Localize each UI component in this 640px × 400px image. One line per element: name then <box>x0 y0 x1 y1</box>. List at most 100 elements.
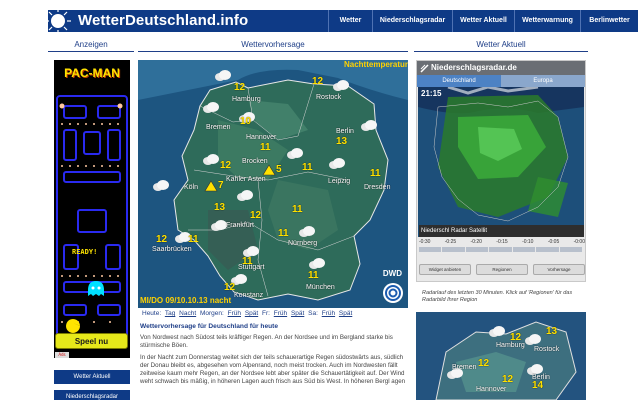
temp-label: 12 <box>250 210 262 221</box>
city-label: Frankfurt <box>226 222 255 229</box>
radar-time-label[interactable]: -0:15 <box>496 239 507 245</box>
radar-timeline: -0:30 -0:25 -0:20 -0:15 -0:10 -0:05 -0:0… <box>419 239 585 245</box>
temp-label: 12 <box>478 358 490 369</box>
city-label: Konstanz <box>234 292 264 299</box>
current-heading: Wetter Aktuell <box>414 38 588 52</box>
main-nav: Wetter Niederschlagsradar Wetter Aktuell… <box>328 10 638 32</box>
link-sa-early[interactable]: Früh <box>322 310 335 317</box>
forecast-article: Wettervorhersage für Deutschland für heu… <box>138 320 408 400</box>
temp-label: 14 <box>532 380 544 391</box>
left-menu-niederschlagsradar[interactable]: Niederschlagsradar <box>54 390 130 400</box>
ad-badge[interactable]: Ads <box>55 352 69 358</box>
cloud-icon <box>203 102 219 113</box>
temp-label: 12 <box>156 234 168 245</box>
city-label: Rostock <box>316 94 342 101</box>
temp-label: 5 <box>276 164 282 175</box>
city-label: München <box>306 284 335 291</box>
radar-time-label[interactable]: -0:20 <box>471 239 482 245</box>
pacman-title: PAC-MAN <box>64 66 120 80</box>
link-tomorrow-late[interactable]: Spät <box>245 310 258 317</box>
radar-time-label[interactable]: -0:30 <box>419 239 430 245</box>
radar-time: 21:15 <box>421 89 442 98</box>
city-label: Saarbrücken <box>152 246 192 253</box>
nav-wetter[interactable]: Wetter <box>328 10 372 32</box>
radar-buttons: Widget anbieten Regionen Vorhersage <box>419 264 585 275</box>
cloud-icon <box>215 70 231 81</box>
temp-label: 11 <box>278 228 289 239</box>
link-fr-early[interactable]: Früh <box>274 310 287 317</box>
temp-label: 13 <box>336 136 348 147</box>
link-sa-late[interactable]: Spät <box>339 310 352 317</box>
temp-label: 11 <box>292 204 303 215</box>
site-header: WetterDeutschland.info Wetter Niederschl… <box>45 8 638 34</box>
link-today-night[interactable]: Nacht <box>179 310 196 317</box>
radar-time-label[interactable]: -0:25 <box>445 239 456 245</box>
link-fr-late[interactable]: Spät <box>291 310 304 317</box>
forecast-button[interactable]: Vorhersage <box>533 264 585 275</box>
current-weather-map[interactable]: Hamburg 12 Rostock 13 Bremen 12 Berlin 1… <box>416 312 586 400</box>
temp-label: 7 <box>218 180 224 191</box>
left-menu-wetter-aktuell[interactable]: Wetter Aktuell <box>54 370 130 384</box>
temp-label: 10 <box>240 116 252 127</box>
temp-label: 12 <box>312 76 324 87</box>
temp-label: 12 <box>502 374 514 385</box>
temp-label: 12 <box>510 332 522 343</box>
cloud-icon <box>333 80 349 91</box>
radar-time-label[interactable]: -0:00 <box>574 239 585 245</box>
warning-triangle-icon <box>262 164 276 176</box>
radar-logo-icon <box>420 64 429 73</box>
radar-time-label[interactable]: -0:05 <box>548 239 559 245</box>
nav-berlinwetter[interactable]: Berlinwetter <box>580 10 638 32</box>
play-now-button[interactable]: Speel nu <box>55 333 128 349</box>
nav-wetter-aktuell[interactable]: Wetter Aktuell <box>452 10 514 32</box>
forecast-heading: Wettervorhersage <box>138 38 408 52</box>
city-label: Bremen <box>206 124 231 131</box>
city-label: Köln <box>184 184 199 191</box>
temp-label: 11 <box>370 168 381 179</box>
cloud-icon <box>237 190 253 201</box>
temp-label: 11 <box>188 234 199 245</box>
pacman-ready: READY! <box>72 248 98 256</box>
tab-deutschland[interactable]: Deutschland <box>417 75 501 87</box>
cloud-icon <box>361 120 377 131</box>
radar-time-label[interactable]: -0:10 <box>522 239 533 245</box>
nav-niederschlagsradar[interactable]: Niederschlagsradar <box>372 10 452 32</box>
today-label: Heute: <box>142 310 162 317</box>
cloud-icon <box>287 148 303 159</box>
article-paragraph: In der Nacht zum Donnerstag weitet sich … <box>140 354 406 385</box>
forecast-map[interactable]: Nachttemperatur Hamburg 12 Rostock 12 Br… <box>138 60 408 308</box>
cloud-icon <box>153 180 169 191</box>
temp-label: 11 <box>260 142 271 153</box>
temp-label: 12 <box>220 160 232 171</box>
temp-label: 11 <box>242 256 253 267</box>
ads-heading: Anzeigen <box>48 38 134 52</box>
radar-map[interactable]: 21:15 Niederschl Radar Satellit <box>418 87 584 237</box>
map-timestamp: MI/DO 09/10.10.13 nacht <box>140 296 232 305</box>
regions-button[interactable]: Regionen <box>476 264 528 275</box>
link-today-day[interactable]: Tag <box>165 310 175 317</box>
dwd-label: DWD <box>382 269 402 278</box>
cloud-icon <box>309 258 325 269</box>
temp-label: 12 <box>234 82 246 93</box>
temp-label: 13 <box>546 326 558 337</box>
radar-progress-bar[interactable] <box>419 247 583 252</box>
nav-wetterwarnung[interactable]: Wetterwarnung <box>514 10 580 32</box>
link-tomorrow-early[interactable]: Früh <box>228 310 241 317</box>
radar-title[interactable]: Niederschlagsradar.de <box>417 61 585 75</box>
city-label: Dresden <box>364 184 391 191</box>
site-logo[interactable]: WetterDeutschland.info <box>78 12 248 30</box>
temp-label: 12 <box>224 282 236 293</box>
cloud-icon <box>489 326 505 337</box>
tab-europa[interactable]: Europa <box>501 75 585 87</box>
widget-button[interactable]: Widget anbieten <box>419 264 471 275</box>
pacman-ad[interactable]: PAC-MAN READY! <box>54 60 130 358</box>
cloud-icon <box>329 158 345 169</box>
cloud-icon <box>203 154 219 165</box>
article-title: Wettervorhersage für Deutschland für heu… <box>140 323 279 330</box>
radar-widget: Niederschlagsradar.de Deutschland Europa… <box>416 60 586 282</box>
cloud-icon <box>299 226 315 237</box>
map-mode-label: Nachttemperatur <box>343 60 408 69</box>
city-label: Berlin <box>336 128 354 135</box>
city-label: Hamburg <box>232 96 261 103</box>
radar-source-strip[interactable]: Niederschl Radar Satellit <box>419 225 584 237</box>
